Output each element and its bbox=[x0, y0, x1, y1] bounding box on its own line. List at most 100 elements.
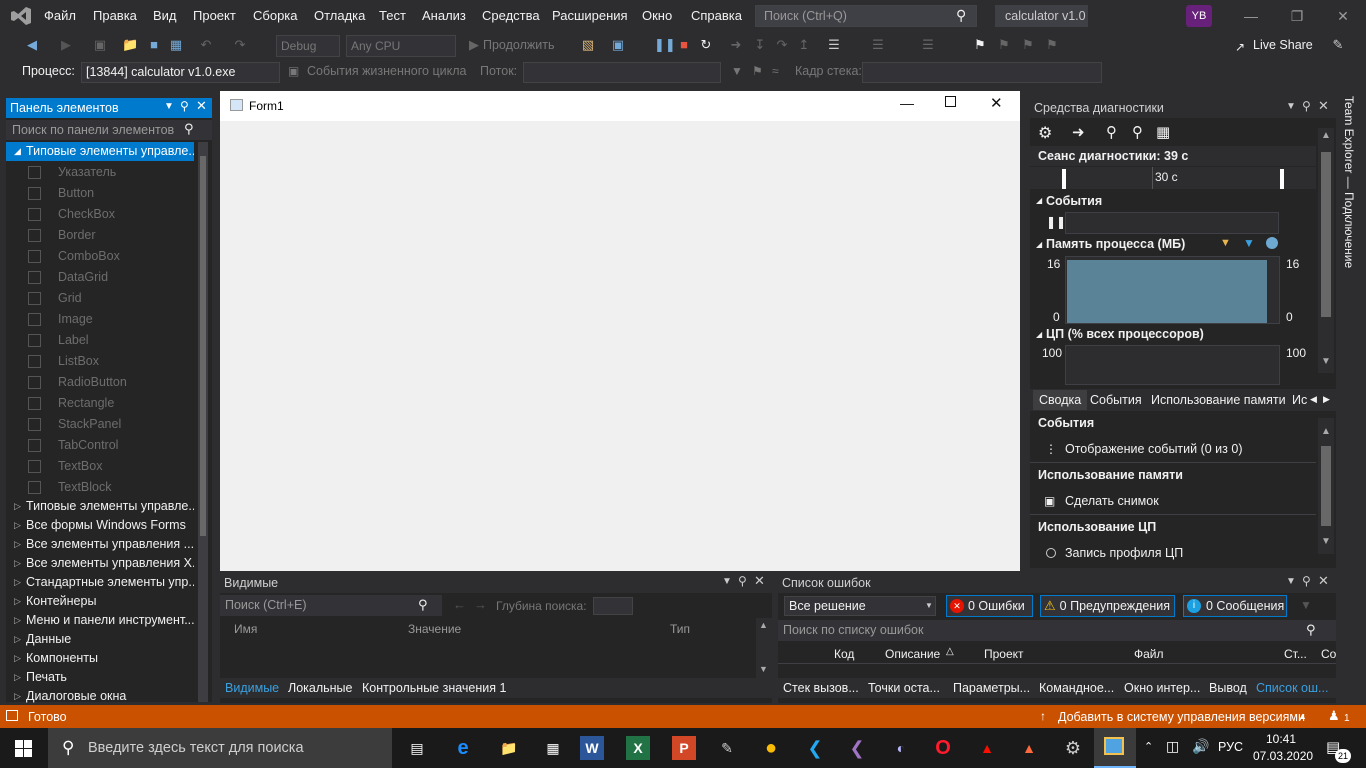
lifecycle-events-button[interactable]: События жизненного цикла bbox=[307, 64, 466, 78]
minimize-button[interactable]: — bbox=[1228, 0, 1274, 32]
timeline-end-handle[interactable] bbox=[1280, 169, 1284, 189]
menu-debug[interactable]: Отладка bbox=[314, 0, 365, 32]
tab-watch-1[interactable]: Контрольные значения 1 bbox=[362, 681, 506, 695]
scrollbar-thumb[interactable] bbox=[1321, 152, 1331, 317]
column-suppression[interactable]: Со bbox=[1321, 647, 1336, 661]
search-depth-select[interactable] bbox=[593, 597, 633, 615]
dropdown-icon[interactable]: ▼ bbox=[1286, 576, 1296, 587]
dropdown-icon[interactable]: ▼ bbox=[1286, 101, 1296, 112]
menu-test[interactable]: Тест bbox=[379, 0, 406, 32]
live-share-icon[interactable]: ↗ bbox=[1235, 40, 1245, 54]
memory-section-header[interactable]: Память процесса (МБ) bbox=[1046, 237, 1185, 251]
timeline-ruler[interactable]: 30 с bbox=[1030, 167, 1316, 189]
process-icon[interactable]: ▧ bbox=[580, 37, 596, 53]
menu-view[interactable]: Вид bbox=[153, 0, 177, 32]
error-list-header[interactable]: Список ошибок bbox=[778, 573, 1336, 593]
toolbox-category[interactable]: ▷ Меню и панели инструмент... bbox=[6, 611, 194, 630]
toolbox-category[interactable]: ▷ Контейнеры bbox=[6, 592, 194, 611]
tab-immediate-window[interactable]: Окно интер... bbox=[1124, 681, 1200, 695]
toolbox-item[interactable]: TextBox bbox=[6, 456, 194, 477]
form-designer-surface[interactable] bbox=[220, 91, 1020, 571]
word-icon[interactable]: W bbox=[580, 736, 604, 760]
locals-scrollbar[interactable]: ▲ ▼ bbox=[756, 618, 772, 678]
cpu-section-header[interactable]: ЦП (% всех процессоров) bbox=[1046, 327, 1204, 341]
process-select[interactable]: [13844] calculator v1.0.exe bbox=[81, 62, 280, 83]
save-icon[interactable]: ■ bbox=[146, 37, 162, 53]
dropdown-icon[interactable]: ▼ bbox=[164, 101, 174, 112]
column-line[interactable]: Ст... bbox=[1284, 647, 1307, 661]
scroll-up-icon[interactable]: ▲ bbox=[759, 620, 768, 630]
scroll-up-icon[interactable]: ▲ bbox=[1321, 426, 1331, 437]
back-icon[interactable]: ◀ bbox=[24, 37, 40, 53]
redo-icon[interactable]: ↷ bbox=[232, 37, 248, 53]
close-icon[interactable]: ✕ bbox=[1318, 573, 1329, 589]
take-snapshot-link[interactable]: Сделать снимок bbox=[1065, 494, 1159, 508]
tab-call-stack[interactable]: Стек вызов... bbox=[783, 681, 859, 695]
toolbox-category-expanded[interactable]: ◢ Типовые элементы управле... bbox=[6, 142, 194, 161]
form-titlebar[interactable]: Form1 — ✕ bbox=[220, 91, 1020, 121]
error-search-input[interactable]: Поиск по списку ошибок bbox=[778, 620, 1336, 641]
record-cpu-profile-link[interactable]: Запись профиля ЦП bbox=[1065, 546, 1183, 560]
play-icon[interactable]: ▶ bbox=[466, 37, 482, 53]
collapse-arrow-icon[interactable]: ◢ bbox=[1036, 240, 1042, 249]
toolbox-item[interactable]: StackPanel bbox=[6, 414, 194, 435]
tab-scroll-left-icon[interactable]: ◀ bbox=[1310, 394, 1317, 405]
tab-scroll-right-icon[interactable]: ▶ bbox=[1323, 394, 1330, 405]
scroll-down-icon[interactable]: ▼ bbox=[759, 664, 768, 674]
restore-button[interactable]: ❐ bbox=[1274, 0, 1320, 32]
tab-events[interactable]: События bbox=[1090, 393, 1142, 407]
toolbox-item[interactable]: Rectangle bbox=[6, 393, 194, 414]
error-scope-select[interactable]: Все решение bbox=[784, 596, 936, 616]
pause-icon[interactable]: ❚❚ bbox=[654, 37, 676, 53]
threads-icon[interactable]: ≈ bbox=[772, 64, 779, 78]
windows-start-icon[interactable] bbox=[15, 740, 32, 757]
menu-tools[interactable]: Средства bbox=[482, 0, 540, 32]
store-icon[interactable]: ▦ bbox=[536, 731, 570, 765]
toolbox-scrollbar[interactable] bbox=[198, 142, 208, 702]
toolbox-item[interactable]: Border bbox=[6, 225, 194, 246]
open-folder-icon[interactable]: 📁 bbox=[122, 37, 138, 53]
chrome-icon[interactable]: ● bbox=[754, 731, 788, 765]
tab-locals[interactable]: Локальные bbox=[288, 681, 353, 695]
step-out-icon[interactable]: ↥ bbox=[796, 37, 812, 53]
live-share-button[interactable]: Live Share bbox=[1253, 38, 1313, 52]
menu-window[interactable]: Окно bbox=[642, 0, 672, 32]
events-section-header[interactable]: События bbox=[1046, 194, 1102, 208]
tab-autos[interactable]: Видимые bbox=[225, 681, 279, 695]
app-icon[interactable]: ▲ bbox=[1012, 731, 1046, 765]
file-explorer-icon[interactable]: 📁 bbox=[492, 731, 526, 765]
zoom-out-icon[interactable]: ⚲ bbox=[1132, 123, 1143, 141]
locals-search-input[interactable]: Поиск (Ctrl+E) bbox=[220, 595, 442, 616]
menu-extensions[interactable]: Расширения bbox=[552, 0, 628, 32]
column-value[interactable]: Значение bbox=[408, 622, 461, 636]
search-back-icon[interactable]: ← bbox=[453, 597, 466, 612]
filter-icon[interactable]: ▼ bbox=[731, 64, 743, 78]
collapse-arrow-icon[interactable]: ◢ bbox=[1036, 330, 1042, 339]
taskbar-search-input[interactable]: Введите здесь текст для поиска bbox=[48, 728, 392, 768]
language-indicator[interactable]: РУС bbox=[1218, 740, 1243, 754]
paint-icon[interactable]: ✎ bbox=[710, 731, 744, 765]
new-project-icon[interactable]: ▣ bbox=[92, 37, 108, 53]
summary-scrollbar[interactable]: ▲ ▼ bbox=[1318, 418, 1334, 554]
toolbox-category[interactable]: ▷ Данные bbox=[6, 630, 194, 649]
column-code[interactable]: Код bbox=[834, 647, 854, 661]
quick-search-input[interactable]: Поиск (Ctrl+Q) bbox=[755, 5, 977, 27]
acrobat-icon[interactable]: ▲ bbox=[970, 731, 1004, 765]
toolbox-item[interactable]: Image bbox=[6, 309, 194, 330]
toolbox-category[interactable]: ▷ Все элементы управления ... bbox=[6, 535, 194, 554]
restart-icon[interactable]: ↻ bbox=[698, 37, 714, 53]
filter-icon[interactable]: ▼ bbox=[1300, 598, 1312, 612]
visual-studio-logo-icon[interactable] bbox=[10, 6, 32, 26]
close-icon[interactable]: ✕ bbox=[196, 98, 207, 114]
diagnostics-scrollbar[interactable]: ▲ ▼ bbox=[1318, 128, 1334, 373]
column-file[interactable]: Файл bbox=[1134, 647, 1164, 661]
scroll-down-icon[interactable]: ▼ bbox=[1321, 536, 1331, 547]
stop-icon[interactable]: ■ bbox=[676, 37, 692, 53]
menu-help[interactable]: Справка bbox=[691, 0, 742, 32]
scrollbar-thumb[interactable] bbox=[200, 156, 206, 536]
save-all-icon[interactable]: ▦ bbox=[168, 37, 184, 53]
avatar[interactable]: YB bbox=[1186, 5, 1212, 27]
close-icon[interactable]: ✕ bbox=[754, 573, 765, 589]
tab-command-window[interactable]: Командное... bbox=[1039, 681, 1114, 695]
toolbox-item[interactable]: ComboBox bbox=[6, 246, 194, 267]
